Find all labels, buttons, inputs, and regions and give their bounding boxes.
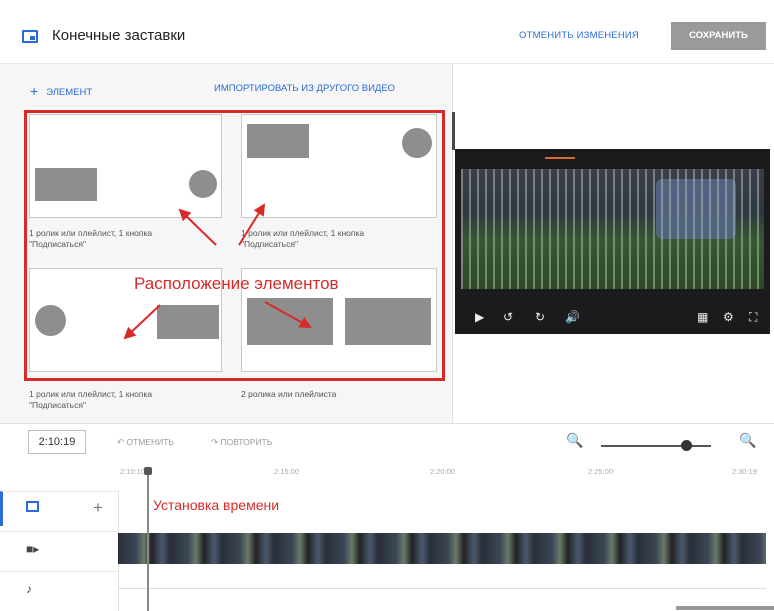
redo-label: ПОВТОРИТЬ — [220, 437, 273, 447]
track-audio: ♪ — [0, 571, 118, 606]
play-icon[interactable]: ▶ — [475, 310, 484, 324]
timeline-scrollbar[interactable] — [676, 606, 774, 610]
panel-scrollbar[interactable] — [452, 112, 455, 150]
video-frame — [461, 169, 764, 289]
save-button[interactable]: СОХРАНИТЬ — [671, 22, 766, 50]
playhead[interactable] — [147, 470, 149, 611]
end-screen-overlay — [461, 169, 764, 289]
end-screen-editor: Конечные заставки ОТМЕНИТЬ ИЗМЕНЕНИЯ СОХ… — [0, 0, 774, 611]
player-controls: ▶ ↺ ↻ 🔊 ▦ ⚙ ⛶ — [455, 304, 770, 334]
video-filmstrip[interactable] — [118, 533, 766, 564]
timeline-toolbar: 2:10:19 ↶ ОТМЕНИТЬ ↷ ПОВТОРИТЬ 🔍 🔍 — [0, 423, 774, 463]
gear-icon[interactable]: ⚙ — [723, 310, 734, 324]
video-preview[interactable]: ▶ ↺ ↻ 🔊 ▦ ⚙ ⛶ — [455, 149, 770, 334]
rewind-icon[interactable]: ↺ — [503, 310, 513, 324]
undo-label: ОТМЕНИТЬ — [126, 437, 175, 447]
ruler-tick: 2:30:19 — [732, 467, 758, 476]
video-camera-icon: ■▸ — [26, 542, 40, 556]
page-title: Конечные заставки — [52, 27, 186, 44]
annotation-highlight-box — [24, 110, 445, 381]
annotation-time-label: Установка времени — [153, 497, 280, 513]
track-endscreen[interactable]: + — [0, 491, 118, 526]
track-labels: + ■▸ ♪ — [0, 491, 118, 611]
playhead-handle[interactable] — [144, 467, 152, 475]
progress-indicator — [545, 157, 575, 159]
add-element-track-button[interactable]: + — [93, 498, 103, 518]
template-caption-4: 2 ролика или плейлиста — [241, 389, 337, 399]
ruler-tick: 2:10:10 — [120, 467, 146, 476]
fullscreen-icon[interactable]: ⛶ — [749, 310, 757, 325]
ruler-tick: 2:25:00 — [588, 467, 614, 476]
track-video: ■▸ — [0, 531, 118, 566]
zoom-slider[interactable] — [601, 445, 711, 447]
end-screen-icon — [22, 30, 38, 43]
redo-button[interactable]: ↷ ПОВТОРИТЬ — [211, 437, 272, 448]
audio-track-line — [118, 588, 766, 589]
zoom-slider-handle[interactable] — [681, 440, 693, 451]
ruler-tick: 2:15:00 — [274, 467, 300, 476]
add-element-label: ЭЛЕМЕНТ — [46, 87, 93, 98]
plus-icon: + — [30, 83, 39, 99]
volume-icon[interactable]: 🔊 — [565, 310, 580, 324]
undo-button[interactable]: ↶ ОТМЕНИТЬ — [117, 437, 174, 448]
zoom-in-icon[interactable]: 🔍 — [739, 432, 756, 449]
forward-icon[interactable]: ↻ — [535, 310, 545, 324]
current-time-input[interactable]: 2:10:19 — [28, 430, 86, 454]
music-note-icon: ♪ — [26, 582, 32, 596]
grid-icon[interactable]: ▦ — [697, 310, 708, 324]
time-ruler: 2:10:10 2:15:00 2:20:00 2:25:00 2:30:19 — [118, 463, 768, 485]
add-element-button[interactable]: + ЭЛЕМЕНТ — [30, 82, 93, 99]
discard-changes-button[interactable]: ОТМЕНИТЬ ИЗМЕНЕНИЯ — [519, 30, 639, 41]
annotation-layout-label: Расположение элементов — [134, 274, 339, 293]
template-caption-3: 1 ролик или плейлист, 1 кнопка "Подписат… — [29, 389, 153, 410]
end-screen-track-icon — [26, 501, 39, 512]
zoom-out-icon[interactable]: 🔍 — [566, 432, 583, 449]
ruler-tick: 2:20:00 — [430, 467, 456, 476]
header: Конечные заставки ОТМЕНИТЬ ИЗМЕНЕНИЯ СОХ… — [0, 0, 774, 64]
import-from-video-button[interactable]: ИМПОРТИРОВАТЬ ИЗ ДРУГОГО ВИДЕО — [214, 83, 395, 94]
